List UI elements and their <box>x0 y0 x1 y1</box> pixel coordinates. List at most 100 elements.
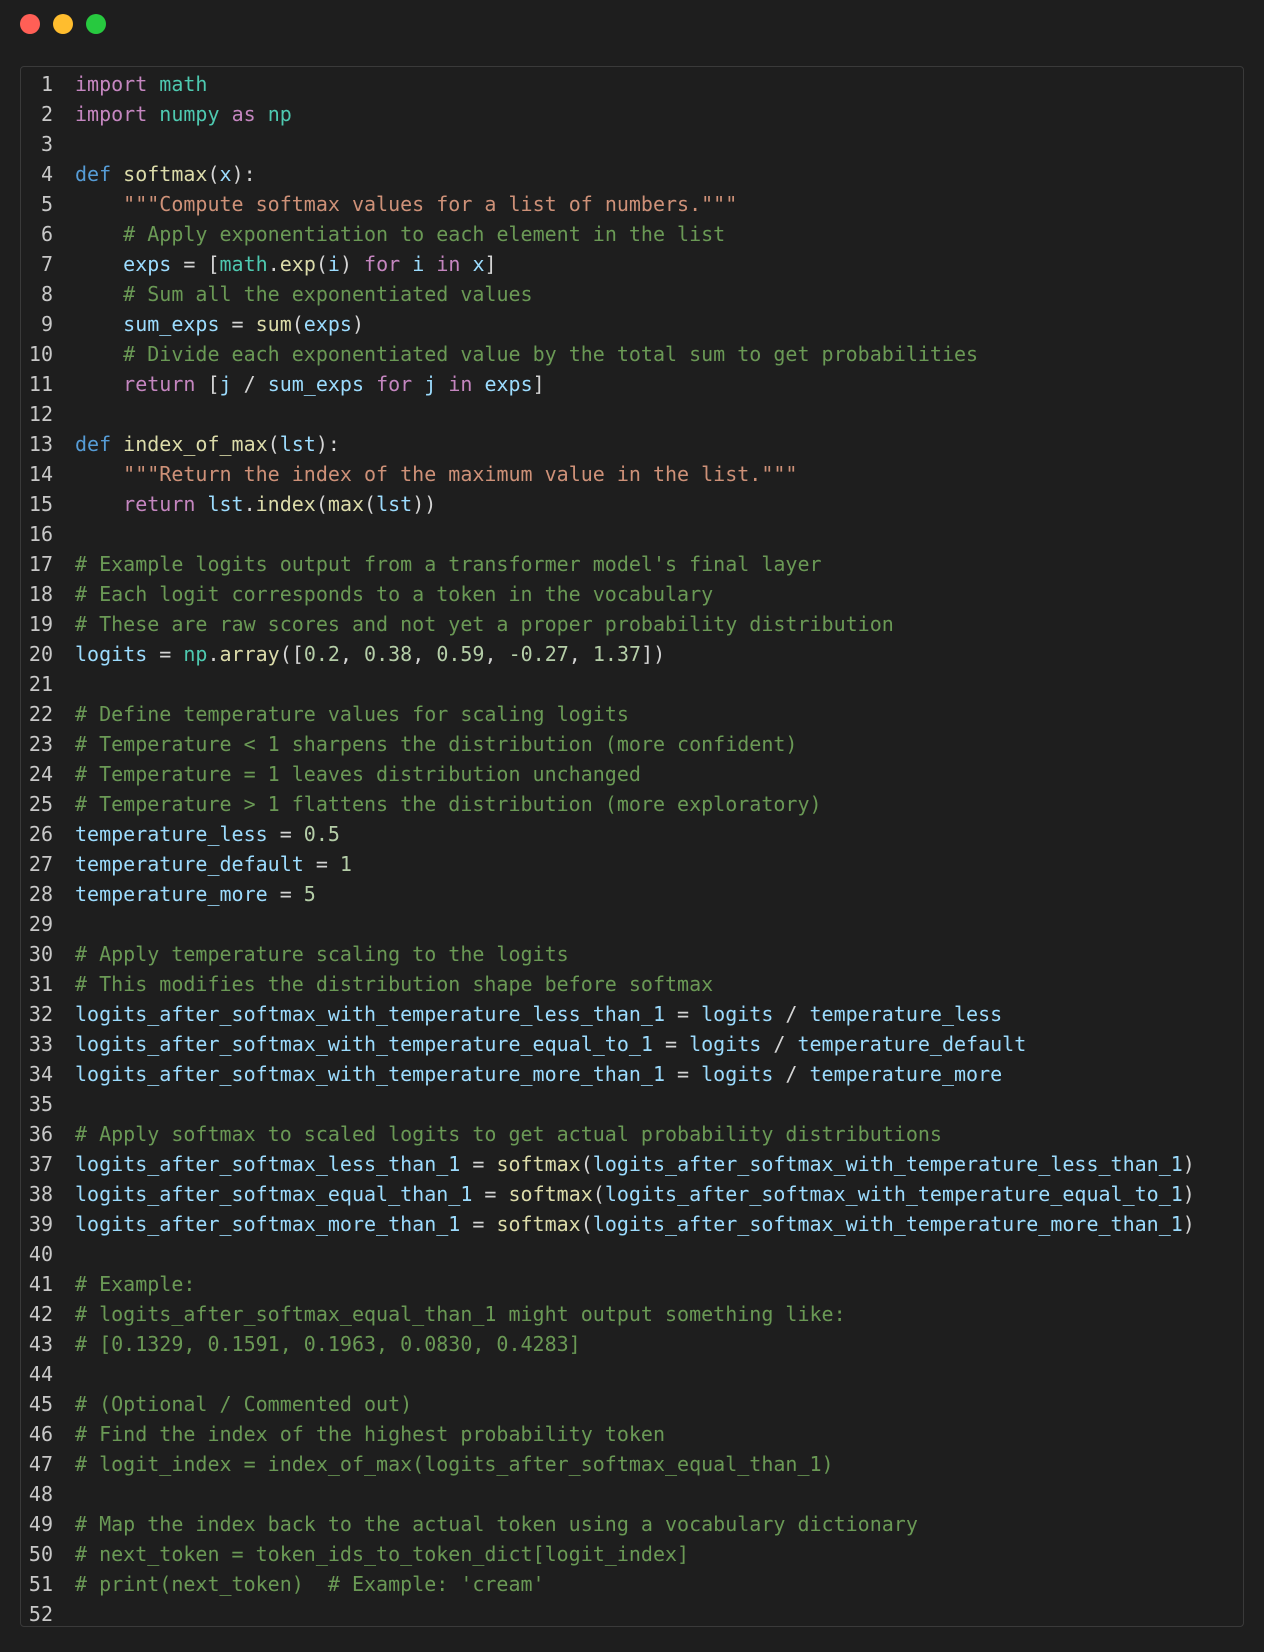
code-line[interactable]: 31 # This modifies the distribution shape… <box>21 969 1243 999</box>
code-line[interactable]: 35 <box>21 1089 1243 1119</box>
code-token: for <box>376 372 413 396</box>
code-line[interactable]: 26 temperature_less = 0.5 <box>21 819 1243 849</box>
code-line[interactable]: 3 <box>21 129 1243 159</box>
code-token: temperature_less <box>809 1002 1003 1026</box>
code-line[interactable]: 1 import math <box>21 69 1243 99</box>
code-line[interactable]: 43 # [0.1329, 0.1591, 0.1963, 0.0830, 0.4… <box>21 1329 1243 1359</box>
code-line[interactable]: 32 logits_after_softmax_with_temperature_… <box>21 999 1243 1029</box>
code-line[interactable]: 4 def softmax(x): <box>21 159 1243 189</box>
code-editor[interactable]: 1 import math 2 import numpy as np 3 4 def sof… <box>20 66 1244 1627</box>
code-token: import <box>75 102 148 126</box>
code-token: # Temperature < 1 sharpens the distribut… <box>75 732 798 756</box>
code-line[interactable]: 46 # Find the index of the highest probab… <box>21 1419 1243 1449</box>
code-token: exp <box>279 252 316 276</box>
code-line[interactable]: 21 <box>21 669 1243 699</box>
code-line[interactable]: 52 <box>21 1599 1243 1626</box>
code-line[interactable]: 9 sum_exps = sum(exps) <box>21 309 1243 339</box>
code-line[interactable]: 16 <box>21 519 1243 549</box>
code-token: = <box>267 822 304 846</box>
code-line[interactable]: 23 # Temperature < 1 sharpens the distrib… <box>21 729 1243 759</box>
line-number: 43 <box>28 1332 53 1356</box>
code-line[interactable]: 45 # (Optional / Commented out) <box>21 1389 1243 1419</box>
line-number: 7 <box>40 252 53 276</box>
code-line[interactable]: 24 # Temperature = 1 leaves distribution … <box>21 759 1243 789</box>
code-line[interactable]: 33 logits_after_softmax_with_temperature_… <box>21 1029 1243 1059</box>
minimize-button[interactable] <box>53 14 73 34</box>
line-number: 26 <box>28 822 53 846</box>
code-line[interactable]: 39 logits_after_softmax_more_than_1 = sof… <box>21 1209 1243 1239</box>
code-line[interactable]: 18 # Each logit corresponds to a token in… <box>21 579 1243 609</box>
code-line[interactable]: 25 # Temperature > 1 flattens the distrib… <box>21 789 1243 819</box>
code-token: temperature_default <box>797 1032 1027 1056</box>
code-line[interactable]: 50 # next_token = token_ids_to_token_dict… <box>21 1539 1243 1569</box>
line-number: 27 <box>28 852 53 876</box>
code-line[interactable]: 22 # Define temperature values for scalin… <box>21 699 1243 729</box>
code-token: logits_after_softmax_more_than_1 <box>75 1212 461 1236</box>
code-line[interactable]: 38 logits_after_softmax_equal_than_1 = so… <box>21 1179 1243 1209</box>
code-token: def <box>75 432 112 456</box>
code-token: # Map the index back to the actual token… <box>75 1512 918 1536</box>
code-line[interactable]: 8 # Sum all the exponentiated values <box>21 279 1243 309</box>
code-line[interactable]: 13 def index_of_max(lst): <box>21 429 1243 459</box>
line-number: 32 <box>28 1002 53 1026</box>
line-number: 5 <box>40 192 53 216</box>
code-line[interactable]: 30 # Apply temperature scaling to the log… <box>21 939 1243 969</box>
line-number: 34 <box>28 1062 53 1086</box>
code-line[interactable]: 34 logits_after_softmax_with_temperature_… <box>21 1059 1243 1089</box>
code-token: = <box>652 1032 690 1056</box>
maximize-button[interactable] <box>86 14 106 34</box>
code-token: . <box>243 492 256 516</box>
code-token: = <box>219 312 256 336</box>
line-number: 22 <box>28 702 53 726</box>
code-line[interactable]: 29 <box>21 909 1243 939</box>
code-token: """Compute softmax values for a list of … <box>123 192 738 216</box>
code-token: return <box>123 492 196 516</box>
code-token: 0.2 <box>303 642 340 666</box>
line-code: """Return the index of the maximum value… <box>67 459 1243 489</box>
code-token: . <box>267 252 280 276</box>
code-token: j <box>219 372 232 396</box>
code-line[interactable]: 37 logits_after_softmax_less_than_1 = sof… <box>21 1149 1243 1179</box>
code-token: # (Optional / Commented out) <box>75 1392 413 1416</box>
code-line[interactable]: 40 <box>21 1239 1243 1269</box>
code-line[interactable]: 6 # Apply exponentiation to each element… <box>21 219 1243 249</box>
code-line[interactable]: 14 """Return the index of the maximum va… <box>21 459 1243 489</box>
code-window: 1 import math 2 import numpy as np 3 4 def sof… <box>0 0 1264 1652</box>
code-token: )) <box>412 492 437 516</box>
code-line[interactable]: 49 # Map the index back to the actual tok… <box>21 1509 1243 1539</box>
code-line[interactable]: 7 exps = [math.exp(i) for i in x] <box>21 249 1243 279</box>
code-line[interactable]: 44 <box>21 1359 1243 1389</box>
line-number: 19 <box>28 612 53 636</box>
code-line[interactable]: 2 import numpy as np <box>21 99 1243 129</box>
code-line[interactable]: 12 <box>21 399 1243 429</box>
code-line[interactable]: 36 # Apply softmax to scaled logits to ge… <box>21 1119 1243 1149</box>
code-line[interactable]: 51 # print(next_token) # Example: 'cream' <box>21 1569 1243 1599</box>
code-token: sum <box>255 312 292 336</box>
code-token: [ <box>195 372 220 396</box>
code-line[interactable]: 5 """Compute softmax values for a list o… <box>21 189 1243 219</box>
code-line[interactable]: 11 return [j / sum_exps for j in exps] <box>21 369 1243 399</box>
code-line[interactable]: 41 # Example: <box>21 1269 1243 1299</box>
code-token: logits <box>689 1032 762 1056</box>
code-line[interactable]: 15 return lst.index(max(lst)) <box>21 489 1243 519</box>
close-button[interactable] <box>20 14 40 34</box>
code-line[interactable]: 42 # logits_after_softmax_equal_than_1 mi… <box>21 1299 1243 1329</box>
code-line[interactable]: 10 # Divide each exponentiated value by … <box>21 339 1243 369</box>
code-line[interactable]: 48 <box>21 1479 1243 1509</box>
code-token: # Temperature > 1 flattens the distribut… <box>75 792 822 816</box>
code-token: lst <box>376 492 413 516</box>
code-line[interactable]: 20 logits = np.array([0.2, 0.38, 0.59, -0… <box>21 639 1243 669</box>
line-number: 52 <box>28 1602 53 1626</box>
line-code: """Compute softmax values for a list of … <box>67 189 1243 219</box>
code-line[interactable]: 19 # These are raw scores and not yet a p… <box>21 609 1243 639</box>
code-line[interactable]: 47 # logit_index = index_of_max(logits_af… <box>21 1449 1243 1479</box>
code-token: # Sum all the exponentiated values <box>123 282 533 306</box>
code-token: / <box>231 372 268 396</box>
code-line[interactable]: 27 temperature_default = 1 <box>21 849 1243 879</box>
code-line[interactable]: 17 # Example logits output from a transfo… <box>21 549 1243 579</box>
line-number: 33 <box>28 1032 53 1056</box>
code-line[interactable]: 28 temperature_more = 5 <box>21 879 1243 909</box>
line-number: 18 <box>28 582 53 606</box>
